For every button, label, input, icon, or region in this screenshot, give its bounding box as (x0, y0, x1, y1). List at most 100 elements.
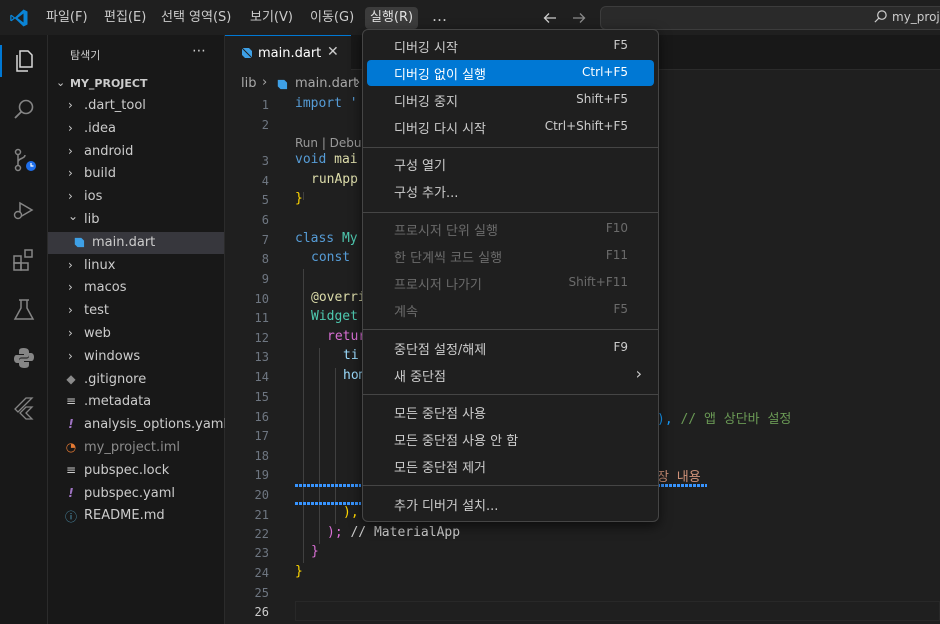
source-control-icon[interactable] (11, 147, 37, 173)
breadcrumb-main-dart[interactable]: main.dart (295, 76, 358, 91)
chevron-right-icon: › (262, 75, 268, 90)
codelens-run-debug[interactable]: Run | Debug (295, 136, 369, 150)
menu-item-disable-all-breakpoints[interactable]: 모든 중단점 사용 안 함 (367, 426, 654, 452)
line-number: 3 (261, 154, 269, 168)
tree-item-label: analysis_options.yaml (84, 417, 228, 433)
dart-file-icon (241, 47, 253, 59)
folder-item[interactable]: › web (48, 323, 224, 345)
menu-selection[interactable]: 선택 영역(S) (156, 7, 236, 29)
folder-item[interactable]: › macos (48, 277, 224, 299)
code-line-16[interactable]: ), // 앱 상단바 설정 (657, 408, 791, 427)
arrow-right-icon[interactable] (571, 10, 587, 26)
menu-edit[interactable]: 편집(E) (99, 7, 151, 29)
code-line-19[interactable]: 장 내용 (657, 466, 701, 485)
flutter-icon[interactable] (11, 395, 37, 421)
arrow-left-icon[interactable] (542, 10, 558, 26)
menu-item-install-debuggers[interactable]: 추가 디버거 설치... (367, 491, 654, 517)
keyboard-shortcut: Shift+F5 (576, 92, 628, 106)
search-icon[interactable] (11, 97, 37, 123)
line-number: 14 (254, 370, 269, 384)
code-line-12[interactable]: retur (327, 329, 366, 344)
code-line-23[interactable]: } (311, 544, 319, 559)
menu-file[interactable]: 파일(F) (41, 7, 93, 29)
menu-item-toggle-breakpoint[interactable]: 중단점 설정/해제 F9 (367, 335, 654, 361)
folder-item[interactable]: › test (48, 300, 224, 322)
menu-item-remove-all-breakpoints[interactable]: 모든 중단점 제거 (367, 453, 654, 479)
code-line-3[interactable]: void mai (295, 152, 358, 167)
code-token: void (295, 152, 335, 167)
keyboard-shortcut: F10 (605, 221, 628, 235)
menu-item-start-debugging[interactable]: 디버깅 시작 F5 (367, 33, 654, 59)
active-indicator (0, 45, 2, 77)
file-item[interactable]: ◆ .gitignore (48, 369, 224, 391)
folder-item[interactable]: › ios (48, 186, 224, 208)
file-item[interactable]: ⓘ README.md (48, 505, 224, 527)
folder-item[interactable]: › linux (48, 255, 224, 277)
file-item[interactable]: ◔ my_project.iml (48, 437, 224, 459)
menu-item-add-configuration[interactable]: 구성 추가... (367, 178, 654, 204)
folder-item[interactable]: › android (48, 141, 224, 163)
file-item[interactable]: ! pubspec.yaml (48, 483, 224, 505)
line-number: 10 (254, 292, 269, 306)
run-menu-dropdown: 디버깅 시작 F5 디버깅 없이 실행 Ctrl+F5 디버깅 중지 Shift+F5 디버… (362, 29, 659, 522)
code-line-13[interactable]: ti (343, 348, 359, 363)
folder-item[interactable]: ⌄ lib (48, 209, 224, 231)
code-line-1[interactable]: import ' (295, 96, 358, 111)
project-header[interactable]: ⌄ MY_PROJECT (48, 73, 225, 95)
folder-item[interactable]: › build (48, 163, 224, 185)
code-line-8[interactable]: const (311, 250, 358, 265)
menu-item-open-configurations[interactable]: 구성 열기 (367, 151, 654, 177)
command-center-search[interactable]: my_project (600, 6, 940, 30)
menu-item-new-breakpoint[interactable]: 새 중단점 › (367, 362, 654, 388)
menu-separator (363, 329, 658, 330)
tab-main-dart[interactable]: main.dart ✕ (225, 35, 351, 70)
folder-item[interactable]: › .idea (48, 118, 224, 140)
menu-go[interactable]: 이동(G) (305, 7, 359, 29)
chevron-right-icon: › (68, 348, 73, 363)
line-number: 24 (254, 566, 269, 580)
dart-file-icon (277, 79, 288, 90)
code-line-7[interactable]: class My (295, 231, 358, 246)
file-item[interactable]: ≡ .metadata (48, 391, 224, 413)
more-menu-icon[interactable]: … (432, 7, 448, 25)
more-actions-icon[interactable]: ⋯ (192, 43, 206, 59)
info-file-icon: ⓘ (64, 510, 77, 525)
list-file-icon: ≡ (65, 462, 77, 477)
folder-item[interactable]: › windows (48, 346, 224, 368)
menu-item-enable-all-breakpoints[interactable]: 모든 중단점 사용 (367, 399, 654, 425)
file-item[interactable]: main.dart (48, 231, 224, 254)
menu-item-label: 구성 추가... (394, 186, 459, 201)
line-number: 16 (254, 410, 269, 424)
folder-item[interactable]: › .dart_tool (48, 95, 224, 117)
close-icon[interactable]: ✕ (327, 44, 339, 60)
explorer-files-icon[interactable] (11, 47, 37, 73)
menu-item-label: 모든 중단점 제거 (394, 461, 486, 476)
code-line-5[interactable]: } (295, 191, 303, 206)
activity-bar (0, 35, 48, 624)
file-item[interactable]: ≡ pubspec.lock (48, 460, 224, 482)
python-icon[interactable] (11, 345, 37, 371)
line-number: 9 (261, 272, 269, 286)
indent-guide (335, 368, 336, 524)
menu-item-run-without-debugging[interactable]: 디버깅 없이 실행 Ctrl+F5 (367, 60, 654, 86)
code-line-21[interactable]: ), (343, 505, 359, 520)
menu-view[interactable]: 보기(V) (245, 7, 298, 29)
testing-flask-icon[interactable] (11, 297, 37, 323)
run-debug-icon[interactable] (11, 197, 37, 223)
tree-item-label: my_project.iml (84, 440, 180, 455)
tree-item-label: main.dart (92, 234, 156, 250)
breadcrumb-lib[interactable]: lib (241, 76, 256, 91)
code-line-11[interactable]: Widget (311, 309, 358, 324)
file-item[interactable]: ! analysis_options.yaml (48, 414, 228, 436)
menu-item-label: 구성 열기 (394, 159, 446, 174)
code-line-24[interactable]: } (295, 564, 303, 579)
tree-item-label: web (84, 326, 111, 341)
code-line-10[interactable]: @overri (311, 290, 366, 305)
menu-item-stop-debugging[interactable]: 디버깅 중지 Shift+F5 (367, 87, 654, 113)
menu-item-restart-debugging[interactable]: 디버깅 다시 시작 Ctrl+Shift+F5 (367, 114, 654, 140)
code-line-22[interactable]: ); // MaterialApp (327, 525, 460, 540)
menu-run[interactable]: 실행(R) (365, 7, 419, 29)
code-token: class (295, 231, 342, 246)
code-line-4[interactable]: runApp (311, 172, 358, 187)
extensions-icon[interactable] (11, 247, 37, 273)
